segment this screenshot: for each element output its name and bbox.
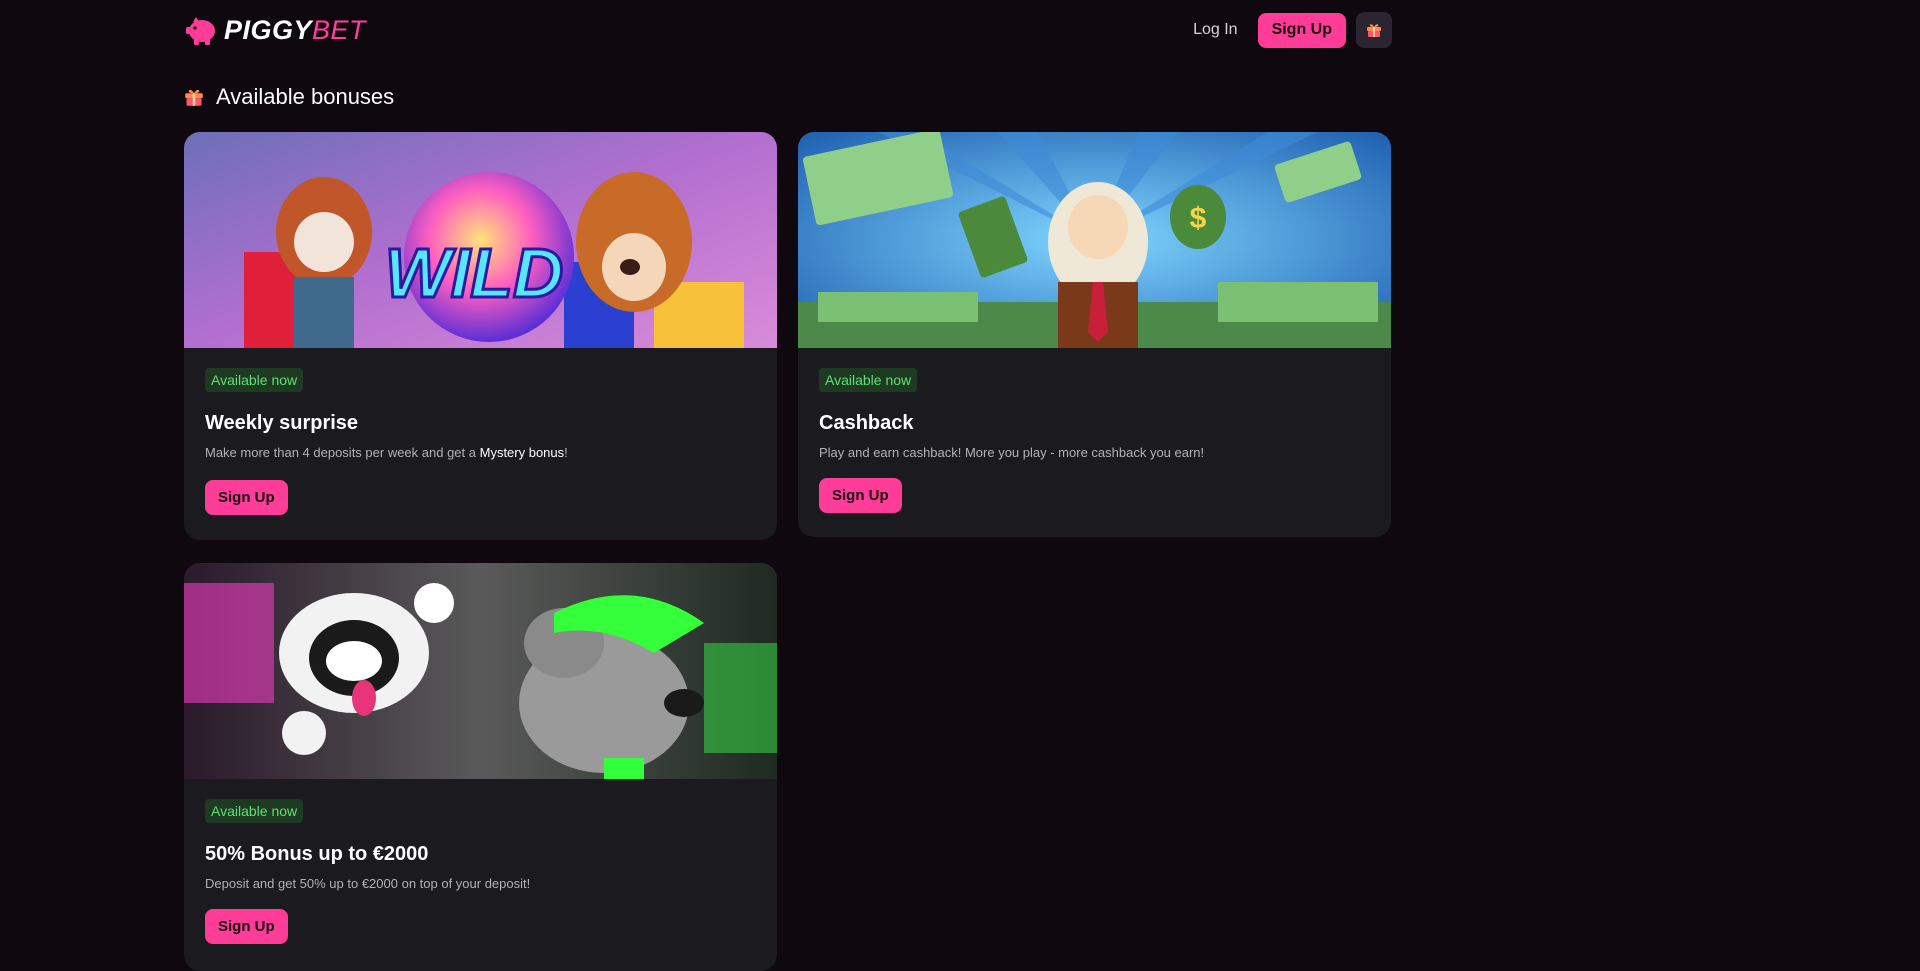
bonus-card-cashback: $ Available now Cashback Play and earn c… bbox=[798, 132, 1391, 537]
card-title: Weekly surprise bbox=[205, 412, 359, 434]
availability-badge: Available now bbox=[205, 368, 304, 392]
section-title: Available bonuses bbox=[216, 84, 395, 109]
logo-text: PIGGYBET bbox=[224, 15, 366, 46]
bonus-card-weekly-surprise: WILD Available now Weekly surprise Make … bbox=[184, 132, 777, 540]
availability-badge: Available now bbox=[205, 799, 304, 823]
login-link[interactable]: Log In bbox=[1193, 21, 1237, 39]
svg-text:$: $ bbox=[1190, 202, 1207, 235]
card-title: 50% Bonus up to €2000 bbox=[205, 843, 429, 865]
gift-icon bbox=[185, 89, 203, 106]
card-description: Deposit and get 50% up to €2000 on top o… bbox=[205, 876, 531, 891]
logo[interactable]: PIGGYBET bbox=[184, 15, 366, 46]
bonus-card-deposit-bonus: Available now 50% Bonus up to €2000 Depo… bbox=[184, 563, 777, 971]
card-body: Available now 50% Bonus up to €2000 Depo… bbox=[184, 779, 777, 964]
logo-text-piggy: PIGGY bbox=[224, 14, 313, 45]
banner-wild-illustration: WILD bbox=[184, 132, 777, 348]
signup-button[interactable]: Sign Up bbox=[819, 478, 902, 513]
mystery-bonus-text: Mystery bonus bbox=[479, 445, 565, 460]
logo-text-bet: BET bbox=[312, 14, 367, 45]
signup-button[interactable]: Sign Up bbox=[205, 909, 288, 944]
gift-icon bbox=[1367, 24, 1381, 37]
card-body: Available now Weekly surprise Make more … bbox=[184, 348, 777, 535]
availability-badge: Available now bbox=[819, 368, 918, 392]
bonus-banner-image: WILD bbox=[184, 132, 777, 348]
banner-cashback-illustration: $ bbox=[798, 132, 1391, 348]
header-actions: Log In Sign Up bbox=[1193, 12, 1392, 48]
section-heading: Available bonuses bbox=[184, 84, 394, 110]
bonus-banner-image: $ bbox=[798, 132, 1391, 348]
top-bar: PIGGYBET Log In Sign Up bbox=[184, 12, 1392, 48]
gift-button[interactable] bbox=[1356, 12, 1392, 48]
card-description: Play and earn cashback! More you play - … bbox=[819, 445, 1205, 460]
signup-button[interactable]: Sign Up bbox=[205, 480, 288, 515]
card-description: Make more than 4 deposits per week and g… bbox=[205, 445, 757, 460]
card-title: Cashback bbox=[819, 412, 914, 434]
card-description-end: ! bbox=[564, 445, 568, 460]
header-signup-button[interactable]: Sign Up bbox=[1257, 12, 1346, 48]
card-body: Available now Cashback Play and earn cas… bbox=[798, 348, 1391, 533]
card-description-text: Make more than 4 deposits per week and g… bbox=[205, 445, 480, 460]
banner-cartoon-illustration bbox=[184, 563, 777, 779]
bonus-banner-image bbox=[184, 563, 777, 779]
banner-wild-text: WILD bbox=[385, 234, 564, 312]
piggy-icon bbox=[186, 17, 215, 45]
